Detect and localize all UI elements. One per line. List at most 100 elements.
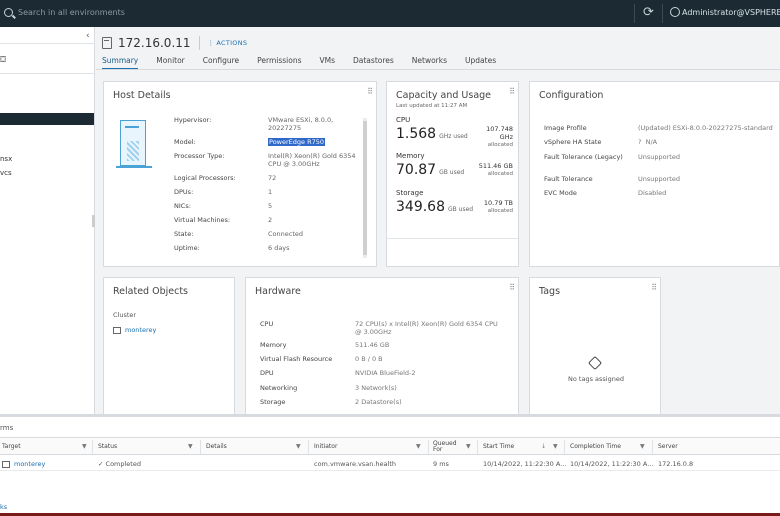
datacenter-icon[interactable]: ⛋ [0,55,6,65]
footer-link[interactable]: ks [0,503,7,511]
tab-networks[interactable]: Networks [412,56,447,70]
refresh-icon[interactable]: ⟳ [643,5,654,20]
sort-desc-icon[interactable]: ↓ [541,443,546,450]
memory-allocated: 511.46 GB allocated [471,162,513,178]
divider [200,440,201,454]
tab-vms[interactable]: VMs [319,56,335,70]
cluster-link[interactable]: monterey [113,326,156,334]
tab-summary[interactable]: Summary [102,56,139,70]
col-server[interactable]: Server [658,444,678,450]
cell-queued: 9 ms [433,460,449,468]
user-icon[interactable] [670,7,680,17]
hw-key: Memory [260,341,287,349]
hw-value: 511.46 GB [355,341,390,349]
divider [477,440,478,454]
col-completion-time[interactable]: Completion Time [570,444,621,450]
status-text: Completed [105,460,141,468]
col-status[interactable]: Status [98,444,117,450]
divider [634,4,635,23]
cell-status: ✓ Completed [98,460,141,468]
detail-value: 1 [268,188,273,196]
tree-item-nsx[interactable]: nsx [0,155,12,163]
hw-key: CPU [260,320,274,328]
search-input[interactable]: Search in all environments [18,8,125,17]
divider [428,440,429,454]
splitter-handle[interactable] [92,215,95,227]
drag-handle-icon[interactable]: ⠿ [367,87,373,96]
cluster-label: Cluster [113,311,137,319]
col-start-time[interactable]: Start Time [483,444,514,450]
detail-key: Virtual Machines: [174,216,231,224]
scrollbar[interactable] [363,118,367,258]
storage-used-value: 349.68 [396,199,445,215]
col-details[interactable]: Details [206,444,227,450]
config-value: ? N/A [638,138,657,146]
col-initiator[interactable]: Initiator [314,444,337,450]
scrollbar-thumb[interactable] [363,121,367,255]
divider [0,73,95,74]
cell-start-time: 10/14/2022, 11:22:30 A... [483,460,567,468]
ha-state-value: N/A [645,138,658,146]
filter-icon[interactable]: ▼ [188,443,193,450]
filter-icon[interactable]: ▼ [466,443,471,450]
related-objects-card: Related Objects Cluster monterey [103,277,235,417]
filter-icon[interactable]: ▼ [640,443,645,450]
tab-datastores[interactable]: Datastores [353,56,394,70]
last-updated: Last updated at 11:27 AM [396,103,468,109]
detail-key: Processor Type: [174,152,225,160]
cpu-used: 1.568 GHz used [396,126,468,142]
drag-handle-icon[interactable]: ⠿ [509,283,515,292]
drag-handle-icon[interactable]: ⠿ [509,87,515,96]
detail-value: Connected [268,230,304,238]
filter-icon[interactable]: ▼ [416,443,421,450]
filter-icon[interactable]: ▼ [82,443,87,450]
table-row[interactable]: monterey ✓ Completed com.vmware.vsan.hea… [0,455,780,471]
storage-label: Storage [396,189,424,197]
panel-title: rms [0,424,14,432]
cpu-unit: GHz used [439,133,468,140]
cell-server[interactable]: 172.16.0.8 [658,460,693,468]
divider [96,69,780,70]
filter-icon[interactable]: ▼ [553,443,558,450]
detail-key: Hypervisor: [174,116,212,124]
col-target[interactable]: Target [2,444,21,450]
memory-alloc-value: 511.46 GB [478,162,513,170]
cluster-link-text[interactable]: monterey [125,326,156,334]
navigator-panel: ‹ ⛋ nsx vcs [0,27,95,417]
collapse-icon[interactable]: ‹ [86,31,90,41]
target-link[interactable]: monterey [14,460,45,468]
tab-permissions[interactable]: Permissions [257,56,301,70]
tab-configure[interactable]: Configure [203,56,239,70]
filter-icon[interactable]: ▼ [296,443,301,450]
memory-used-value: 70.87 [396,162,437,178]
card-title: Configuration [539,90,604,101]
cell-completion-time: 10/14/2022, 11:22:30 A... [570,460,654,468]
tree-item-vcs[interactable]: vcs [0,169,12,177]
tab-updates[interactable]: Updates [465,56,496,70]
divider [308,440,309,454]
selected-host-item[interactable] [0,113,94,125]
hw-value: 3 Network(s) [355,384,397,392]
detail-key: Logical Processors: [174,174,236,182]
hw-value: 2 Datastore(s) [355,398,402,406]
user-menu[interactable]: Administrator@VSPHERE.LO [682,8,780,17]
help-icon[interactable]: ? [638,138,641,146]
cluster-icon [2,460,10,468]
cpu-used-value: 1.568 [396,126,437,142]
hw-key: Networking [260,384,298,392]
page-title: 172.16.0.11 [118,36,191,50]
search-icon[interactable] [4,8,13,17]
alloc-label: allocated [487,171,513,177]
hw-key: DPU [260,369,274,377]
actions-menu[interactable]: ⋮ ACTIONS [208,39,248,47]
col-queued[interactable]: Queued For [433,441,463,453]
tab-monitor[interactable]: Monitor [156,56,185,70]
detail-key: NICs: [174,202,191,210]
server-icon [120,120,146,166]
card-title: Hardware [255,286,301,297]
drag-handle-icon[interactable]: ⠿ [651,283,657,292]
storage-alloc-value: 10.79 TB [483,199,513,207]
model-value-selected[interactable]: PowerEdge R750 [268,138,325,146]
detail-value: 2 [268,216,273,224]
hw-value: 72 CPU(s) x Intel(R) Xeon(R) Gold 6354 C… [355,320,498,336]
